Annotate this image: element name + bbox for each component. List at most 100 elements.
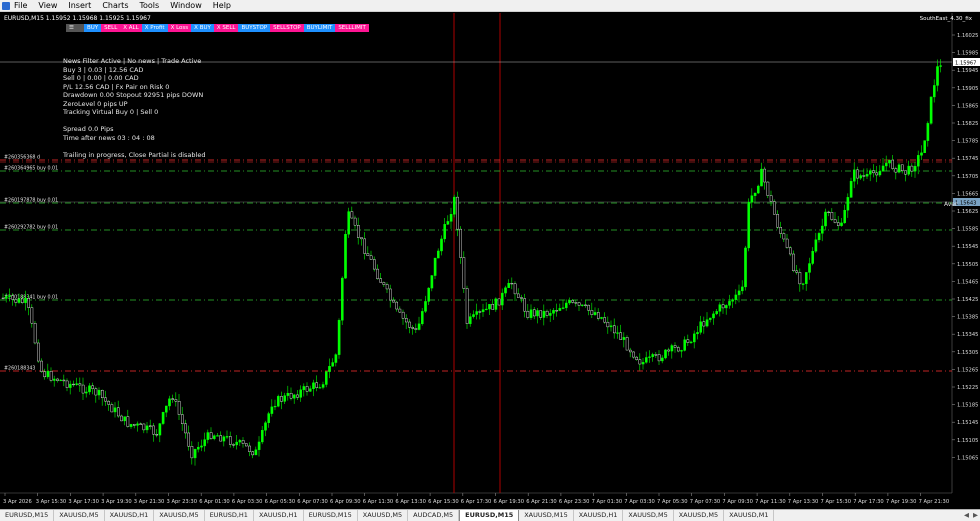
candle-body xyxy=(107,400,110,405)
candle-body xyxy=(8,295,11,297)
selllimit-button[interactable]: SELLLIMIT xyxy=(335,24,369,32)
candle-body xyxy=(437,250,440,259)
chart-tab[interactable]: XAUUSD,H1 xyxy=(105,510,155,521)
buy-button[interactable]: BUY xyxy=(84,24,102,32)
chart-tab[interactable]: XAUUSD,M1 xyxy=(724,510,775,521)
tab-scroll-left-icon[interactable]: ◀ xyxy=(962,510,971,521)
candle-body xyxy=(757,185,760,194)
candle-body xyxy=(776,214,779,228)
candle-body xyxy=(632,351,635,358)
price-tick-label: 1.15945 xyxy=(957,68,978,74)
candle-body xyxy=(862,175,866,177)
candle-body xyxy=(661,357,664,362)
chart-tab[interactable]: XAUUSD,H1 xyxy=(574,510,624,521)
price-tick-label: 1.15785 xyxy=(957,139,978,145)
candle-body xyxy=(485,308,488,311)
chart-tab[interactable]: XAUUSD,H1 xyxy=(254,510,304,521)
price-chart[interactable]: 1.16025 1.15985 1.15945 1.15905 1.15865 1.158… xyxy=(0,13,980,509)
candle-body xyxy=(75,383,78,385)
chart-tab[interactable]: AUDCAD,M5 xyxy=(408,510,460,521)
candle-body xyxy=(801,283,805,285)
candle-body xyxy=(88,385,91,393)
close-all-button[interactable]: X ALL xyxy=(120,24,142,32)
chart-tab[interactable]: EURUSD,M15 xyxy=(304,510,358,521)
chart-tab[interactable]: XAUUSD,M5 xyxy=(674,510,725,521)
panel-toggle-button[interactable]: ☰ xyxy=(66,24,84,32)
candle-body xyxy=(273,405,277,408)
time-tick-label: 7 Apr 01:30 xyxy=(592,499,623,505)
menu-charts[interactable]: Charts xyxy=(102,0,128,12)
menu-help[interactable]: Help xyxy=(213,0,231,12)
menu-file[interactable]: File xyxy=(14,0,27,12)
chart-tab[interactable]: XAUUSD,M5 xyxy=(154,510,205,521)
price-tick-label: 1.15625 xyxy=(957,209,978,215)
close-sell-button[interactable]: X SELL xyxy=(213,24,239,32)
candle-body xyxy=(763,168,766,183)
candle-body xyxy=(49,370,53,381)
candle-body xyxy=(328,366,331,372)
chart-tab[interactable]: XAUUSD,M5 xyxy=(358,510,409,521)
time-tick-label: 7 Apr 05:30 xyxy=(657,499,688,505)
time-tick-label: 3 Apr 17:30 xyxy=(68,499,99,505)
candle-body xyxy=(235,441,239,446)
close-loss-button[interactable]: X Loss xyxy=(167,24,192,32)
candle-body xyxy=(334,354,338,363)
chart-tab[interactable]: EURUSD,H1 xyxy=(205,510,254,521)
time-tick-label: 7 Apr 15:30 xyxy=(821,499,852,505)
menu-tools[interactable]: Tools xyxy=(139,0,159,12)
price-tick-label: 1.15225 xyxy=(957,385,978,391)
chart-tab[interactable]: XAUUSD,M5 xyxy=(623,510,674,521)
menu-view[interactable]: View xyxy=(38,0,57,12)
time-tick-label: 6 Apr 21:30 xyxy=(526,499,557,505)
time-tick-label: 7 Apr 09:30 xyxy=(722,499,753,505)
candle-body xyxy=(881,165,885,172)
chart-tab[interactable]: XAUUSD,M5 xyxy=(54,510,105,521)
candle-body xyxy=(456,196,459,230)
menu-insert[interactable]: Insert xyxy=(68,0,91,12)
buy-summary: Buy 3 | 0.03 | 12.56 CAD xyxy=(63,65,144,74)
candle-body xyxy=(920,152,923,156)
candle-body xyxy=(405,318,408,323)
candle-body xyxy=(891,159,894,169)
candle-body xyxy=(702,321,706,327)
candle-body xyxy=(81,384,85,394)
price-tick-label: 1.15825 xyxy=(957,121,978,127)
buylimit-button[interactable]: BUYLIMIT xyxy=(303,24,336,32)
candle-body xyxy=(344,234,347,279)
close-profit-button[interactable]: X Profit xyxy=(141,24,168,32)
candle-body xyxy=(257,441,261,450)
candle-body xyxy=(689,341,693,343)
buystop-button[interactable]: BUYSTOP xyxy=(238,24,271,32)
candle-body xyxy=(56,378,59,381)
candle-body xyxy=(597,312,600,319)
news-timer: Time after news 03 : 04 : 08 xyxy=(63,133,155,142)
chart-tab[interactable]: EURUSD,M15 xyxy=(0,510,55,521)
price-tick-label: 1.15705 xyxy=(957,174,978,180)
order-line-label: #260197878 buy 0.01 xyxy=(4,198,58,204)
candle-body xyxy=(753,192,757,196)
chart-tab[interactable]: XAUUSD,M15 xyxy=(519,510,574,521)
sell-button[interactable]: SELL xyxy=(101,24,121,32)
tab-scroll-right-icon[interactable]: ▶ xyxy=(971,510,980,521)
time-tick-label: 7 Apr 11:30 xyxy=(755,499,786,505)
candle-body xyxy=(142,423,146,431)
candle-body xyxy=(449,214,453,222)
candle-body xyxy=(190,446,194,459)
sellstop-button[interactable]: SELLSTOP xyxy=(270,24,304,32)
candle-body xyxy=(629,349,632,353)
pl-summary: P/L 12.56 CAD | Fx Pair on Risk 0 xyxy=(63,82,170,91)
candle-body xyxy=(734,294,738,300)
candle-body xyxy=(581,304,584,306)
average-price-label: 1.15643 xyxy=(955,201,976,207)
candle-body xyxy=(241,440,245,444)
candle-body xyxy=(222,436,226,442)
menu-window[interactable]: Window xyxy=(170,0,202,12)
candle-body xyxy=(600,317,603,319)
sell-summary: Sell 0 | 0.00 | 0.00 CAD xyxy=(63,74,139,82)
chart-tab[interactable]: EURUSD,M15 xyxy=(459,510,520,521)
chart-tab-bar: EURUSD,M15 XAUUSD,M5 XAUUSD,H1 XAUUSD,M5 EUR… xyxy=(0,509,980,521)
candle-body xyxy=(670,345,674,352)
candle-body xyxy=(593,312,597,315)
candle-body xyxy=(779,227,782,234)
close-buy-button[interactable]: X BUY xyxy=(191,24,214,32)
